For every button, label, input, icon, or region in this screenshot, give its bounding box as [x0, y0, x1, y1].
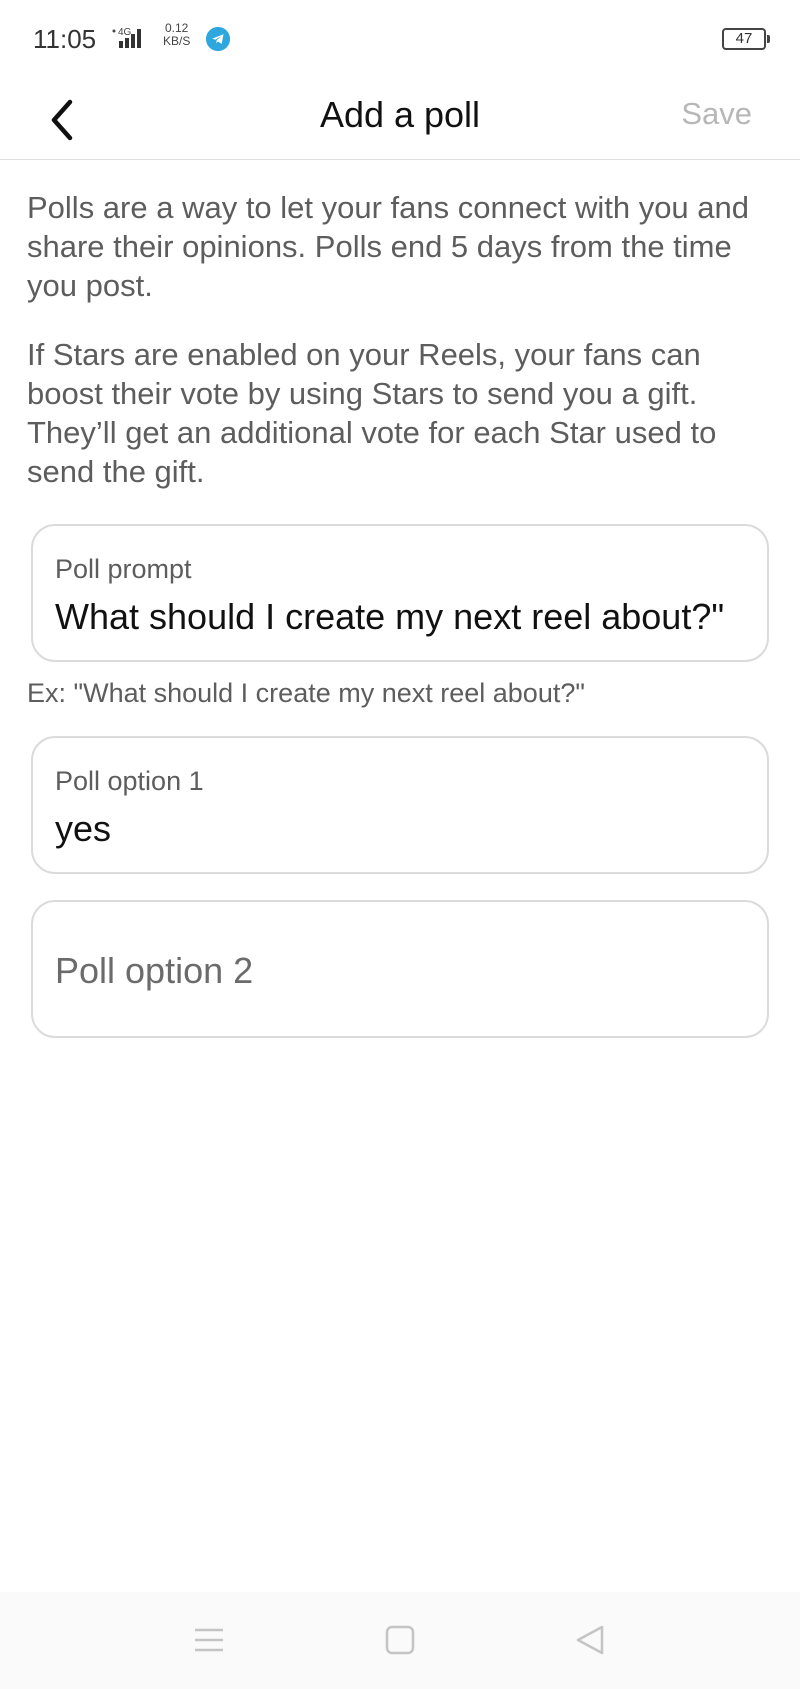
poll-option-1-field[interactable]: Poll option 1 yes	[31, 736, 769, 874]
signal-icon: 4G	[112, 27, 141, 48]
chevron-left-icon	[51, 99, 73, 141]
system-nav-bar	[0, 1592, 800, 1689]
poll-option-2-placeholder[interactable]: Poll option 2	[55, 950, 253, 992]
network-type: 4G	[118, 27, 132, 38]
header: Add a poll Save	[0, 80, 800, 160]
triangle-back-icon[interactable]	[570, 1620, 610, 1660]
poll-option-1-value[interactable]: yes	[55, 808, 111, 850]
status-time: 11:05	[33, 24, 97, 54]
home-square-icon[interactable]	[380, 1620, 420, 1660]
page-title: Add a poll	[319, 94, 481, 135]
menu-icon[interactable]	[189, 1620, 229, 1660]
telegram-icon	[206, 27, 230, 51]
poll-description: Polls are a way to let your fans connect…	[27, 190, 750, 303]
battery-icon: 47	[722, 28, 770, 50]
network-speed: 0.12 KB/S	[163, 22, 190, 48]
stars-description: If Stars are enabled on your Reels, your…	[27, 337, 717, 489]
speed-unit: KB/S	[163, 34, 191, 48]
poll-prompt-helper: Ex: "What should I create my next reel a…	[27, 678, 585, 708]
poll-prompt-label: Poll prompt	[55, 554, 192, 584]
status-bar: 11:05 4G 0.12 KB/S 47	[0, 0, 800, 80]
save-button[interactable]: Save	[681, 96, 752, 132]
poll-option-2-field[interactable]: Poll option 2	[31, 900, 769, 1038]
battery-level: 47	[735, 30, 753, 47]
back-button[interactable]	[40, 88, 84, 152]
poll-prompt-field[interactable]: Poll prompt What should I create my next…	[31, 524, 769, 662]
poll-prompt-value[interactable]: What should I create my next reel about?…	[55, 596, 724, 638]
poll-option-1-label: Poll option 1	[55, 766, 204, 796]
